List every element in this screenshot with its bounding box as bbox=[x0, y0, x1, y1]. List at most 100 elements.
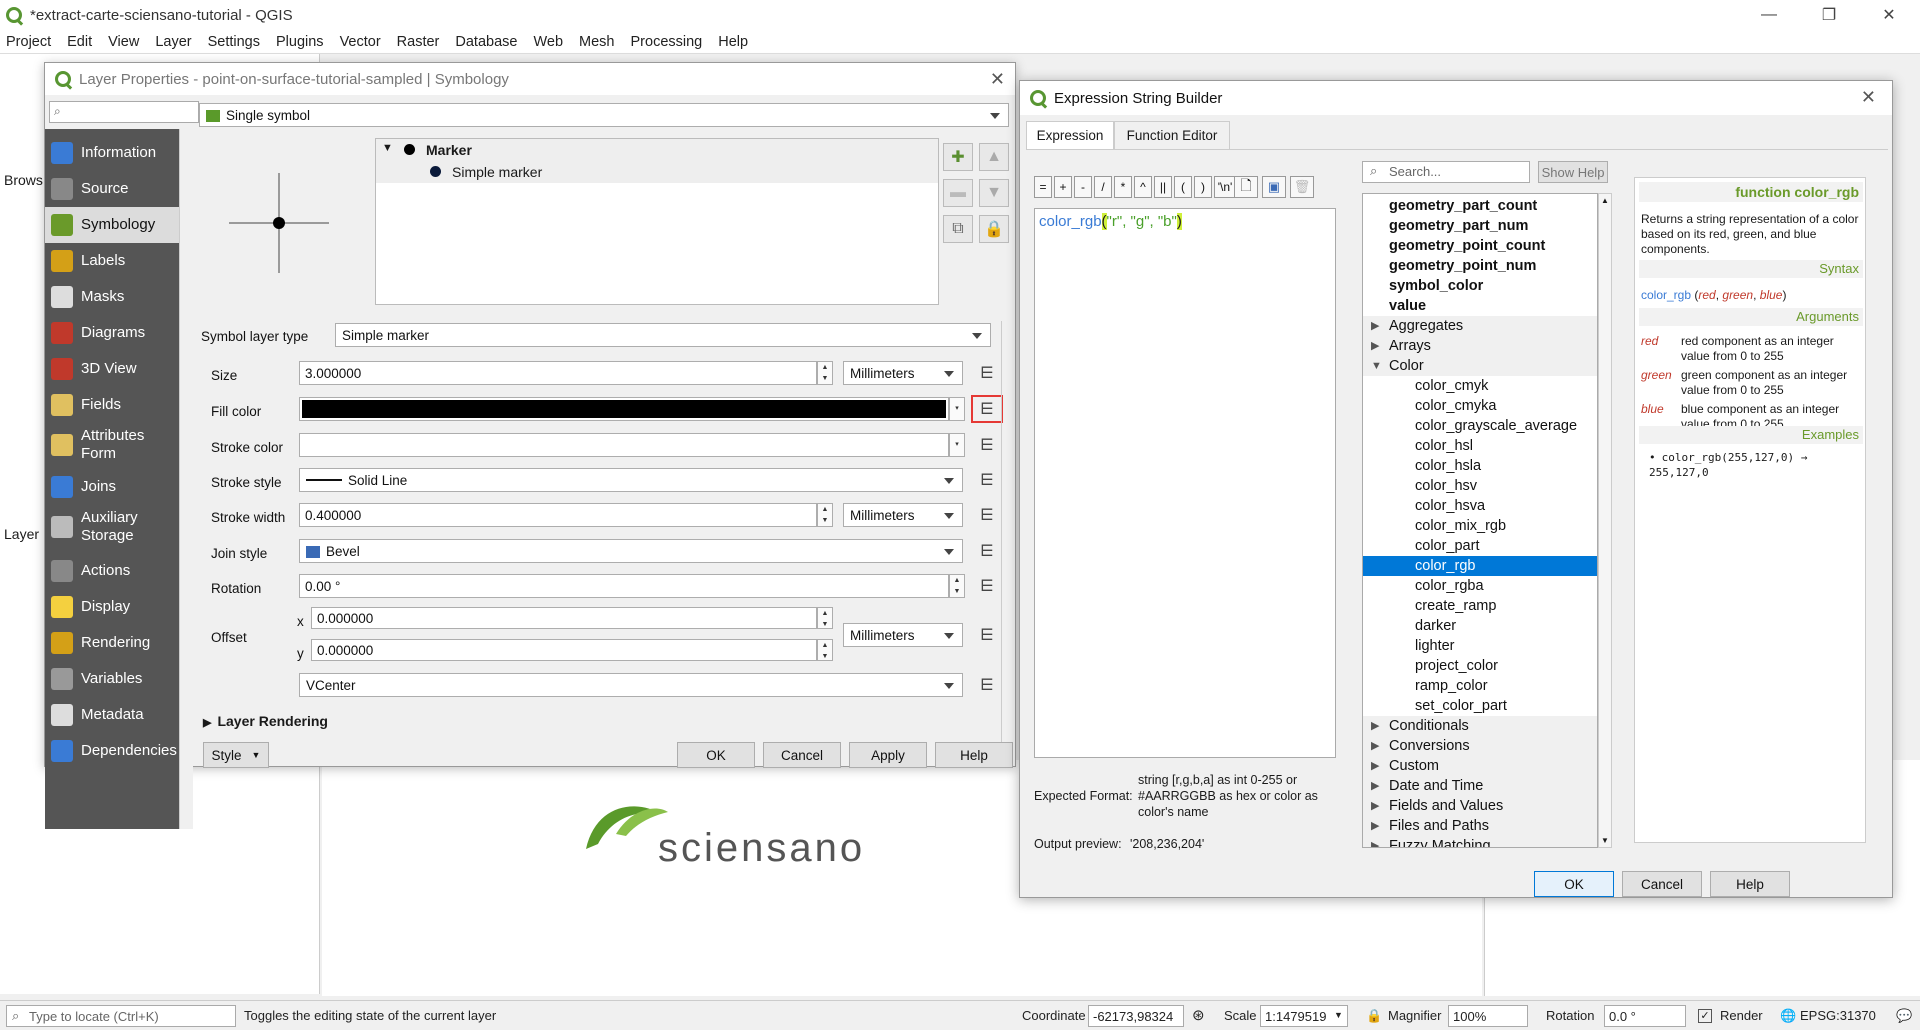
nav-item-auxiliary-storage[interactable]: Auxiliary Storage bbox=[45, 505, 179, 549]
function-list-item[interactable]: ▶ Arrays bbox=[1363, 336, 1597, 356]
menu-plugins[interactable]: Plugins bbox=[276, 34, 324, 50]
locator-input[interactable]: Type to locate (Ctrl+K) bbox=[6, 1005, 236, 1027]
operator-button[interactable]: + bbox=[1054, 176, 1072, 198]
close-icon[interactable]: ✕ bbox=[990, 69, 1005, 90]
tab-function-editor[interactable]: Function Editor bbox=[1114, 121, 1230, 149]
lock-color-icon[interactable]: 🔒 bbox=[979, 215, 1009, 243]
data-defined-override-icon[interactable]: ⋿ bbox=[971, 468, 1003, 492]
menu-web[interactable]: Web bbox=[533, 34, 563, 50]
close-icon[interactable]: ✕ bbox=[1860, 0, 1918, 30]
menu-mesh[interactable]: Mesh bbox=[579, 34, 614, 50]
function-list-item[interactable]: color_hsv bbox=[1363, 476, 1597, 496]
tree-item-simple-marker[interactable]: Simple marker bbox=[376, 161, 938, 183]
fill-color-dropdown[interactable]: ▾ bbox=[949, 397, 965, 421]
function-list-item[interactable]: geometry_point_count bbox=[1363, 236, 1597, 256]
data-defined-override-icon[interactable]: ⋿ bbox=[971, 673, 1003, 697]
data-defined-override-icon[interactable]: ⋿ bbox=[971, 503, 1003, 527]
data-defined-override-icon[interactable]: ⋿ bbox=[971, 361, 1003, 385]
function-list-item[interactable]: lighter bbox=[1363, 636, 1597, 656]
nav-item-3d-view[interactable]: 3D View bbox=[45, 351, 179, 387]
nav-item-attributes-form[interactable]: Attributes Form bbox=[45, 423, 179, 467]
nav-item-dependencies[interactable]: Dependencies bbox=[45, 733, 179, 769]
nav-item-masks[interactable]: Masks bbox=[45, 279, 179, 315]
function-list-item[interactable]: color_hsla bbox=[1363, 456, 1597, 476]
nav-item-display[interactable]: Display bbox=[45, 589, 179, 625]
fill-color-button[interactable] bbox=[299, 397, 949, 421]
render-checkbox[interactable]: ✓ bbox=[1698, 1009, 1712, 1023]
menu-database[interactable]: Database bbox=[455, 34, 517, 50]
function-list-item[interactable]: ▶ Custom bbox=[1363, 756, 1597, 776]
coordinate-input[interactable]: -62173,98324 bbox=[1088, 1005, 1184, 1027]
offset-x-spinner[interactable]: ▲ ▼ bbox=[817, 607, 833, 629]
operator-button[interactable]: = bbox=[1034, 176, 1052, 198]
symbol-layer-type-select[interactable]: Simple marker bbox=[335, 323, 991, 347]
nav-item-rendering[interactable]: Rendering bbox=[45, 625, 179, 661]
help-button[interactable]: Help bbox=[935, 742, 1013, 768]
menu-raster[interactable]: Raster bbox=[397, 34, 440, 50]
function-list-item[interactable]: color_hsva bbox=[1363, 496, 1597, 516]
menu-layer[interactable]: Layer bbox=[155, 34, 191, 50]
tab-expression[interactable]: Expression bbox=[1026, 121, 1114, 149]
offset-unit-select[interactable]: Millimeters bbox=[843, 623, 963, 647]
save-icon[interactable]: ▣ bbox=[1262, 176, 1286, 198]
offset-y-input[interactable]: 0.000000 bbox=[311, 639, 817, 661]
rotation-input[interactable]: 0.0 ° bbox=[1604, 1005, 1686, 1027]
function-list-item[interactable]: color_rgba bbox=[1363, 576, 1597, 596]
function-list-item[interactable]: color_cmyka bbox=[1363, 396, 1597, 416]
function-list-item[interactable]: geometry_point_num bbox=[1363, 256, 1597, 276]
symbology-scrollbar[interactable] bbox=[1001, 321, 1015, 761]
offset-y-spinner[interactable]: ▲ ▼ bbox=[817, 639, 833, 661]
ok-button[interactable]: OK bbox=[677, 742, 755, 768]
apply-button[interactable]: Apply bbox=[849, 742, 927, 768]
stroke-width-input[interactable]: 0.400000 bbox=[299, 503, 817, 527]
restore-icon[interactable]: ❐ bbox=[1800, 0, 1858, 30]
close-icon[interactable]: ✕ bbox=[1861, 87, 1876, 108]
chevron-down-icon[interactable]: ▼ bbox=[1334, 1010, 1343, 1020]
function-list-item[interactable]: ▶ Aggregates bbox=[1363, 316, 1597, 336]
magnifier-input[interactable]: 100% bbox=[1448, 1005, 1528, 1027]
function-list-item[interactable]: ▶ Date and Time bbox=[1363, 776, 1597, 796]
cancel-button[interactable]: Cancel bbox=[763, 742, 841, 768]
operator-button[interactable]: ) bbox=[1194, 176, 1212, 198]
data-defined-override-icon[interactable]: ⋿ bbox=[971, 574, 1003, 598]
messages-icon[interactable]: 💬 bbox=[1896, 1008, 1912, 1024]
menu-processing[interactable]: Processing bbox=[631, 34, 703, 50]
nav-item-labels[interactable]: Labels bbox=[45, 243, 179, 279]
crs-label[interactable]: EPSG:31370 bbox=[1800, 1008, 1876, 1023]
function-list-item[interactable]: geometry_part_count bbox=[1363, 196, 1597, 216]
nav-item-source[interactable]: Source bbox=[45, 171, 179, 207]
operator-button[interactable]: ( bbox=[1174, 176, 1192, 198]
stroke-color-dropdown[interactable]: ▾ bbox=[949, 433, 965, 457]
function-list-item[interactable]: ▶ Conditionals bbox=[1363, 716, 1597, 736]
expr-ok-button[interactable]: OK bbox=[1534, 871, 1614, 897]
operator-button[interactable]: '\n' bbox=[1214, 176, 1236, 198]
globe-icon[interactable]: 🌐 bbox=[1780, 1008, 1796, 1024]
function-list-item[interactable]: symbol_color bbox=[1363, 276, 1597, 296]
add-symbol-layer-icon[interactable]: ✚ bbox=[943, 143, 973, 171]
menu-view[interactable]: View bbox=[108, 34, 139, 50]
nav-item-metadata[interactable]: Metadata bbox=[45, 697, 179, 733]
function-list-item[interactable]: ▶ Conversions bbox=[1363, 736, 1597, 756]
minimize-icon[interactable]: — bbox=[1740, 0, 1798, 30]
vertical-anchor-select[interactable]: VCenter bbox=[299, 673, 963, 697]
expression-editor[interactable]: color_rgb("r", "g", "b") bbox=[1034, 208, 1336, 758]
tree-item-marker[interactable]: ▼ Marker bbox=[376, 139, 938, 161]
nav-item-variables[interactable]: Variables bbox=[45, 661, 179, 697]
function-list-item[interactable]: ▶ Files and Paths bbox=[1363, 816, 1597, 836]
operator-button[interactable]: - bbox=[1074, 176, 1092, 198]
layer-rendering-group[interactable]: ▶ Layer Rendering bbox=[203, 713, 328, 729]
function-list-scrollbar[interactable]: ▲ ▼ bbox=[1598, 193, 1612, 848]
delete-icon[interactable]: 🗑 bbox=[1290, 176, 1314, 198]
style-button[interactable]: Style ▼ bbox=[203, 742, 269, 768]
function-list-item[interactable]: color_rgb bbox=[1363, 556, 1597, 576]
function-list-item[interactable]: ramp_color bbox=[1363, 676, 1597, 696]
rotation-input[interactable]: 0.00 ° bbox=[299, 574, 949, 598]
duplicate-layer-icon[interactable]: ⧉ bbox=[943, 215, 973, 243]
remove-symbol-layer-icon[interactable]: ▬ bbox=[943, 179, 973, 207]
data-defined-override-icon[interactable]: ⋿ bbox=[971, 623, 1003, 647]
function-list-item[interactable]: value bbox=[1363, 296, 1597, 316]
function-list-item[interactable]: color_hsl bbox=[1363, 436, 1597, 456]
data-defined-override-icon[interactable]: ⋿ bbox=[971, 539, 1003, 563]
operator-button[interactable]: ^ bbox=[1134, 176, 1152, 198]
nav-item-fields[interactable]: Fields bbox=[45, 387, 179, 423]
